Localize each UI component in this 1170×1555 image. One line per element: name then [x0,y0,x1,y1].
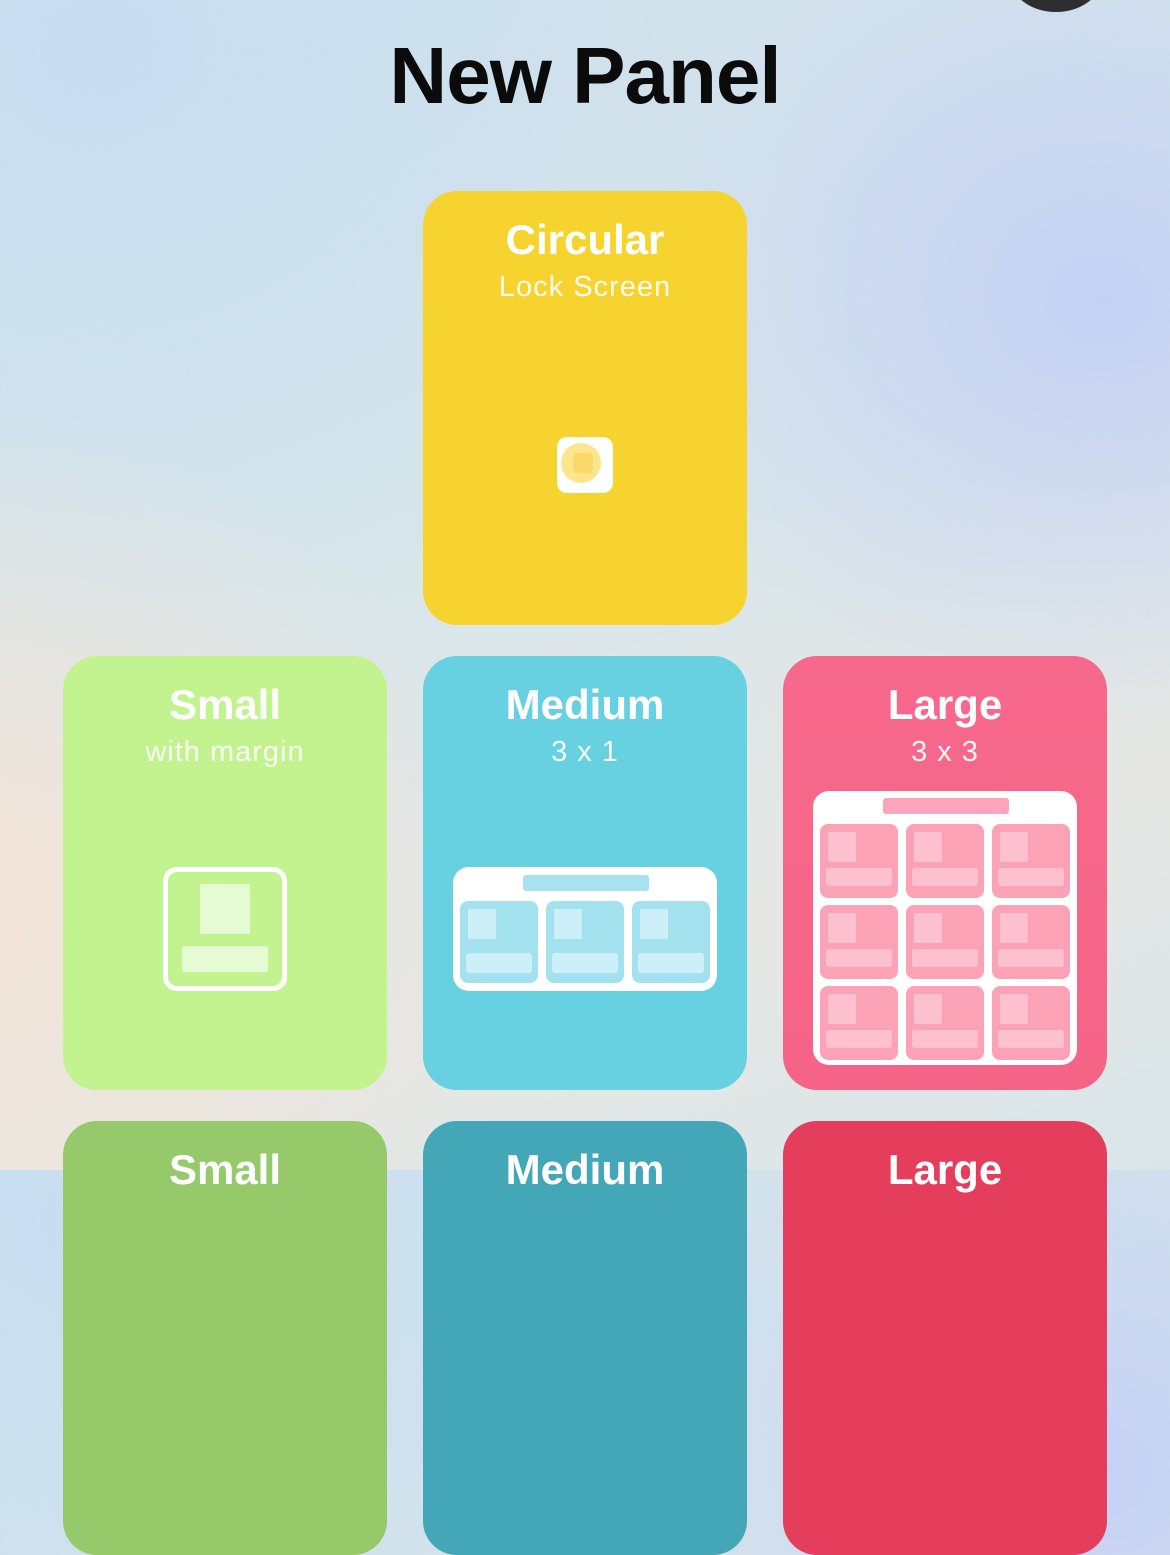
large-widget-preview-icon [813,791,1077,1065]
circular-preview-icon [557,437,613,493]
preview-tile [992,986,1070,1060]
preview-tile [906,905,984,979]
preview-text-bar [182,946,268,972]
preview-image-block [200,884,250,934]
page-title: New Panel [389,31,781,120]
card-title: Circular [505,216,665,263]
card-title: Large [887,681,1003,728]
preview-tile [992,905,1070,979]
card-title: Medium [505,681,665,728]
circle-shape [561,443,601,483]
card-subtitle: Lock Screen [498,271,672,303]
panel-option-circular[interactable]: Circular Lock Screen [423,191,747,625]
preview-tile [906,824,984,898]
preview-tile [820,986,898,1060]
panel-option-large-alt[interactable]: Large [783,1121,1107,1555]
card-title: Small [168,1146,282,1193]
panel-option-large[interactable]: Large 3 x 3 [783,656,1107,1090]
preview-tile [632,901,710,983]
card-subtitle: 3 x 3 [911,736,979,768]
preview-tile [820,824,898,898]
small-widget-preview-icon [163,867,287,991]
close-button[interactable] [1010,0,1102,12]
card-subtitle: with margin [145,736,305,768]
preview-header-bar [523,875,649,891]
card-title: Small [168,681,282,728]
preview-header-bar [883,798,1009,814]
panel-option-small-alt[interactable]: Small [63,1121,387,1555]
medium-widget-preview-icon [453,867,717,991]
preview-tile [992,824,1070,898]
preview-tile [906,986,984,1060]
card-subtitle: 3 x 1 [551,736,619,768]
card-title: Large [887,1146,1003,1193]
preview-tile [546,901,624,983]
preview-tile [460,901,538,983]
card-title: Medium [505,1146,665,1193]
panel-option-medium-alt[interactable]: Medium [423,1121,747,1555]
panel-option-medium[interactable]: Medium 3 x 1 [423,656,747,1090]
panel-option-small[interactable]: Small with margin [63,656,387,1090]
preview-tile [820,905,898,979]
